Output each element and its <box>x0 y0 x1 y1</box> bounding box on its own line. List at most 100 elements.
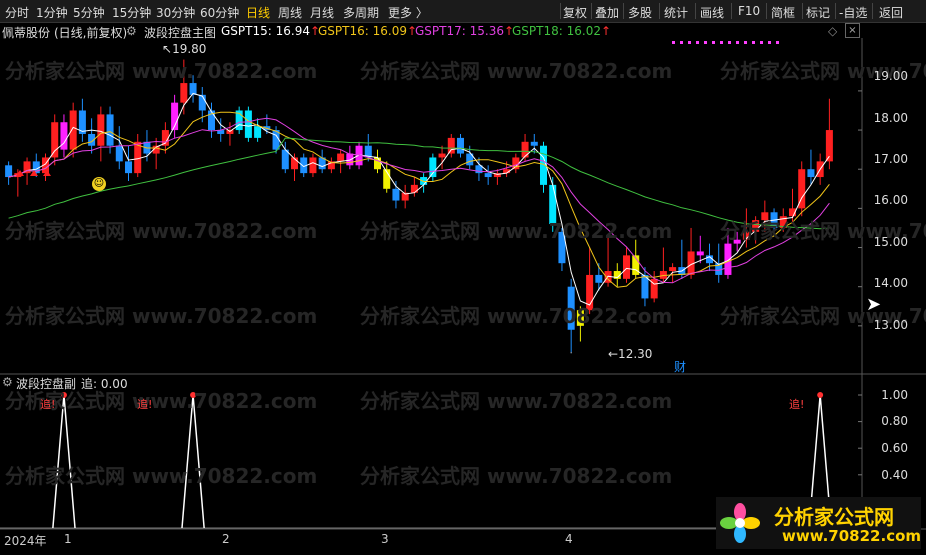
low-price-mark: ←12.30 <box>608 347 653 361</box>
y-tick-label: 18.00 <box>873 111 908 125</box>
remove-watchlist-button[interactable]: -自选 <box>839 4 867 21</box>
indicator-gspt16: GSPT16: 16.09↑ <box>318 24 418 38</box>
period-tab-daily[interactable]: 日线 <box>246 4 270 21</box>
diamond-icon[interactable]: ◇ <box>828 24 837 38</box>
top-marker-dot <box>712 41 715 44</box>
candle-body <box>429 157 437 178</box>
sub-indicator-value: 追: 0.00 <box>81 377 128 391</box>
multi-stock-button[interactable]: 多股 <box>628 4 652 21</box>
watermark: 分析家公式网 www.70822.com <box>360 389 673 413</box>
top-marker-dot <box>768 41 771 44</box>
period-tab-monthly[interactable]: 月线 <box>310 4 334 21</box>
period-tab-realtime[interactable]: 分时 <box>5 4 29 21</box>
date-label: 2024年 <box>4 534 47 548</box>
sub-y-tick-label: 0.40 <box>881 468 908 482</box>
candle-body <box>595 274 603 283</box>
logo-url: www.70822.com <box>782 527 922 545</box>
candle-body <box>115 145 123 162</box>
smiley-icon: ☺ <box>92 177 106 191</box>
ma-line-gspt15 <box>8 92 830 306</box>
period-tab-15min[interactable]: 15分钟 <box>112 4 151 21</box>
site-logo: 分析家公式网 www.70822.com <box>716 497 921 549</box>
period-tab-60min[interactable]: 60分钟 <box>200 4 239 21</box>
mouse-cursor-icon: ➤ <box>866 294 882 315</box>
chart-mode: (日线,前复权) <box>54 26 128 40</box>
sub-indicator-name: 波段控盘副 <box>16 377 77 391</box>
close-icon[interactable]: × <box>845 23 860 38</box>
toolbar-divider <box>872 3 873 19</box>
statistics-button[interactable]: 统计 <box>664 4 688 21</box>
watermark: 分析家公式网 www.70822.com <box>360 59 673 83</box>
period-tab-weekly[interactable]: 周线 <box>278 4 302 21</box>
top-toolbar: 分时 1分钟 5分钟 15分钟 30分钟 60分钟 日线 周线 月线 多周期 更… <box>0 0 926 23</box>
y-tick-label: 15.00 <box>873 235 908 249</box>
candle-body <box>309 157 317 174</box>
candle-body <box>438 153 446 158</box>
toolbar-divider <box>766 3 767 19</box>
watermark: 分析家公式网 www.70822.com <box>360 464 673 488</box>
sub-y-tick-label: 0.80 <box>881 414 908 428</box>
period-tab-5min[interactable]: 5分钟 <box>73 4 105 21</box>
period-tab-1min[interactable]: 1分钟 <box>36 4 68 21</box>
y-tick-label: 19.00 <box>873 69 908 83</box>
sub-y-tick-label: 1.00 <box>881 388 908 402</box>
y-tick-label: 14.00 <box>873 276 908 290</box>
draw-line-button[interactable]: 画线 <box>700 4 724 21</box>
candle-body <box>724 243 732 275</box>
high-price-mark: ↖19.80 <box>162 42 207 56</box>
simple-frame-button[interactable]: 简框 <box>771 4 795 21</box>
finance-mark[interactable]: 财 <box>674 358 686 375</box>
settings-gear-icon[interactable]: ⚙ <box>126 24 137 38</box>
back-button[interactable]: 返回 <box>879 4 903 21</box>
sub-settings-gear-icon[interactable]: ⚙ <box>2 375 13 389</box>
top-marker-dot <box>760 41 763 44</box>
flower-logo-icon <box>720 503 760 543</box>
sub-y-tick-label: 0.60 <box>881 441 908 455</box>
candle-body <box>124 161 133 174</box>
y-tick-label: 16.00 <box>873 193 908 207</box>
period-tab-30min[interactable]: 30分钟 <box>156 4 195 21</box>
candle-body <box>5 165 13 178</box>
candle-body <box>134 141 142 174</box>
date-label: 1 <box>64 532 72 546</box>
stock-name: 佩蒂股份 <box>2 26 51 40</box>
candle-body <box>97 114 105 146</box>
top-marker-dot <box>720 41 723 44</box>
date-label: 4 <box>565 532 573 546</box>
toolbar-divider <box>835 3 836 19</box>
chase-signal-label: 追! <box>137 398 153 411</box>
candle-body <box>226 130 234 134</box>
candle-body <box>521 141 529 158</box>
f10-button[interactable]: F10 <box>738 4 760 18</box>
candle-body <box>180 83 188 103</box>
candle-body <box>346 153 354 166</box>
logo-title: 分析家公式网 <box>774 505 894 529</box>
candle-body <box>456 137 465 154</box>
mark-button[interactable]: 标记 <box>806 4 830 21</box>
chase-signal-label: 追! <box>789 398 805 411</box>
overlay-button[interactable]: 叠加 <box>595 4 619 21</box>
restore-rights-button[interactable]: 复权 <box>563 4 587 21</box>
period-tab-more[interactable]: 更多 〉 <box>388 4 428 21</box>
top-marker-dot <box>680 41 683 44</box>
top-marker-dot <box>672 41 675 44</box>
date-label: 3 <box>381 532 389 546</box>
top-marker-dot <box>752 41 755 44</box>
indicator-name: 波段控盘主图 <box>144 26 217 40</box>
watermark: 分析家公式网 www.70822.com <box>5 304 318 328</box>
candle-body <box>373 157 382 170</box>
candle-body <box>447 137 455 154</box>
date-label: 2 <box>222 532 230 546</box>
toolbar-divider <box>623 3 624 19</box>
toolbar-divider <box>731 3 732 19</box>
period-tab-multi[interactable]: 多周期 <box>343 4 379 21</box>
chase-signal-label: 追! <box>40 398 56 411</box>
toolbar-divider <box>659 3 660 19</box>
candle-body <box>69 110 77 150</box>
indicator-gspt15: GSPT15: 16.94↑ <box>221 24 321 38</box>
candle-body <box>622 255 631 279</box>
watermark: 分析家公式网 www.70822.com <box>5 59 318 83</box>
y-tick-label: 17.00 <box>873 152 908 166</box>
candle-body <box>669 267 677 272</box>
candle-body <box>807 169 815 178</box>
